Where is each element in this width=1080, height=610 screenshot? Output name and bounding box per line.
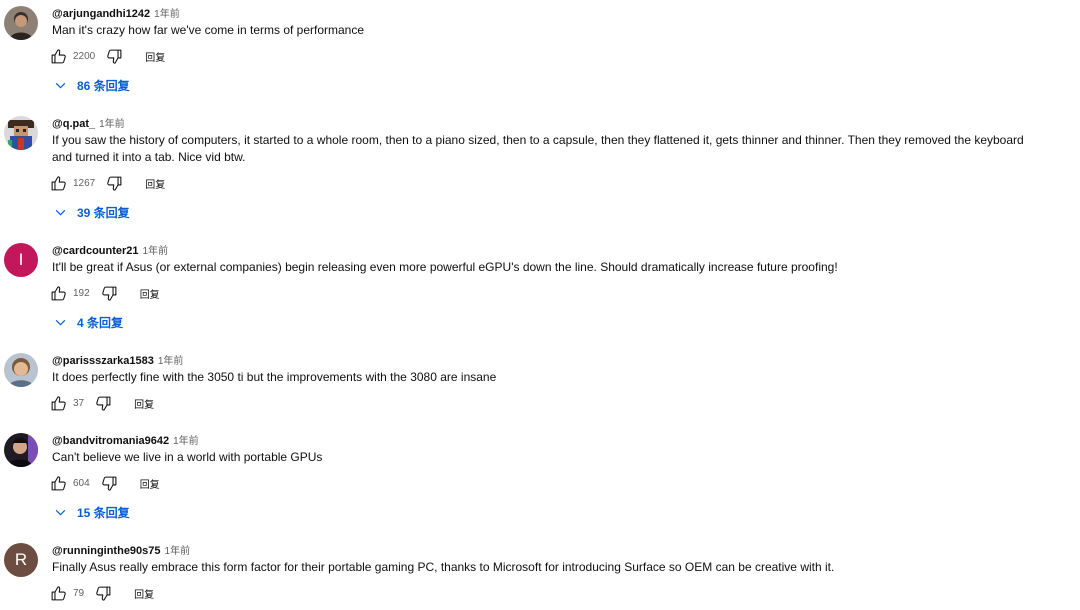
author-name[interactable]: @q.pat_ (52, 118, 95, 130)
like-count: 604 (73, 477, 90, 489)
thumbs-down-icon (107, 176, 122, 191)
thumbs-down-icon (101, 286, 117, 301)
thumbs-up-icon (51, 585, 66, 600)
like-count: 79 (73, 587, 85, 599)
comment-header: @bandvitromania9642 1年前 (52, 433, 199, 449)
comment-text: It does perfectly fine with the 3050 ti … (52, 370, 497, 384)
replies-count: 15 条回复 (77, 505, 130, 520)
dislike-button[interactable] (95, 585, 112, 602)
comment-text: It'll be great if Asus (or external comp… (52, 260, 838, 274)
comments-section: @arjungandhi1242 1年前 Man it's crazy how f… (0, 0, 1080, 610)
person-photo-avatar-icon (4, 433, 38, 467)
comment-header: @q.pat_ 1年前 (52, 116, 125, 132)
like-button[interactable] (50, 395, 67, 412)
comment-timestamp[interactable]: 1年前 (154, 9, 180, 20)
replies-count: 4 条回复 (77, 315, 124, 330)
avatar[interactable]: I (4, 243, 38, 277)
dislike-button[interactable] (101, 475, 118, 492)
dislike-button[interactable] (106, 48, 123, 65)
avatar-letter: I (18, 250, 24, 269)
replies-count: 86 条回复 (77, 78, 130, 93)
reply-button[interactable]: 回复 (140, 286, 160, 301)
comment-actions: 604 回复 (50, 474, 160, 492)
avatar[interactable] (4, 433, 38, 467)
thumbs-up-icon (51, 175, 66, 190)
comment-text: Man it's crazy how far we've come in ter… (52, 23, 365, 37)
chevron-down-icon (55, 509, 66, 516)
view-replies-button[interactable]: 86 条回复 (54, 76, 130, 94)
comment-header: @parissszarka1583 1年前 (52, 353, 183, 369)
comment-text: Can't believe we live in a world with po… (52, 450, 323, 464)
comment-actions: 192 回复 (50, 284, 160, 302)
view-replies-button[interactable]: 4 条回复 (54, 313, 123, 331)
like-button[interactable] (50, 48, 67, 65)
author-name[interactable]: @cardcounter21 (52, 245, 139, 257)
comment-timestamp[interactable]: 1年前 (158, 356, 184, 367)
thumbs-up-icon (51, 475, 66, 490)
reply-button[interactable]: 回复 (145, 49, 165, 64)
like-button[interactable] (50, 285, 67, 302)
author-name[interactable]: @arjungandhi1242 (52, 8, 150, 20)
like-count: 2200 (73, 50, 96, 62)
author-name[interactable]: @runninginthe90s75 (52, 545, 161, 557)
reply-button[interactable]: 回复 (134, 396, 154, 411)
chevron-down-icon (55, 209, 66, 216)
person-photo-avatar-icon (4, 6, 38, 40)
dislike-button[interactable] (106, 175, 123, 192)
view-replies-button[interactable]: 39 条回复 (54, 203, 130, 221)
thumbs-up-icon (51, 395, 66, 410)
thumbs-down-icon (101, 476, 117, 491)
person-photo-avatar-icon (4, 353, 38, 387)
replies-count: 39 条回复 (77, 205, 130, 220)
reply-button[interactable]: 回复 (134, 586, 154, 601)
thumbs-up-icon (51, 48, 66, 63)
comment-timestamp[interactable]: 1年前 (173, 436, 199, 447)
like-button[interactable] (50, 475, 67, 492)
like-count: 192 (73, 287, 90, 299)
dislike-button[interactable] (95, 395, 112, 412)
avatar[interactable] (4, 353, 38, 387)
reply-button[interactable]: 回复 (145, 176, 165, 191)
like-button[interactable] (50, 175, 67, 192)
comment-header: @runninginthe90s75 1年前 (52, 543, 190, 559)
comment-timestamp[interactable]: 1年前 (99, 119, 125, 130)
like-button[interactable] (50, 585, 67, 602)
comment-text: If you saw the history of computers, it … (52, 133, 1024, 164)
reply-button[interactable]: 回复 (140, 476, 160, 491)
avatar[interactable]: R (4, 543, 38, 577)
thumbs-down-icon (96, 586, 111, 601)
dislike-button[interactable] (101, 285, 118, 302)
comment-header: @arjungandhi1242 1年前 (52, 6, 180, 22)
like-count: 37 (73, 397, 85, 409)
avatar[interactable] (4, 116, 38, 150)
author-name[interactable]: @bandvitromania9642 (52, 435, 169, 447)
avatar-letter: R (14, 550, 28, 569)
comment-header: @cardcounter21 1年前 (52, 243, 168, 259)
author-name[interactable]: @parissszarka1583 (52, 355, 154, 367)
comment-actions: 1267 回复 (50, 174, 165, 192)
chevron-down-icon (55, 319, 66, 326)
thumbs-up-icon (51, 285, 66, 300)
chevron-down-icon (55, 82, 66, 89)
like-count: 1267 (73, 177, 96, 189)
view-replies-button[interactable]: 15 条回复 (54, 503, 130, 521)
comment-actions: 2200 回复 (50, 47, 165, 65)
avatar[interactable] (4, 6, 38, 40)
comment-actions: 79 回复 (50, 584, 154, 602)
pixel-art-avatar-icon (4, 116, 38, 150)
comment-timestamp[interactable]: 1年前 (143, 246, 169, 257)
comment-actions: 37 回复 (50, 394, 154, 412)
comment-timestamp[interactable]: 1年前 (165, 546, 191, 557)
thumbs-down-icon (107, 49, 122, 64)
thumbs-down-icon (96, 396, 111, 411)
comment-text: Finally Asus really embrace this form fa… (52, 560, 835, 574)
